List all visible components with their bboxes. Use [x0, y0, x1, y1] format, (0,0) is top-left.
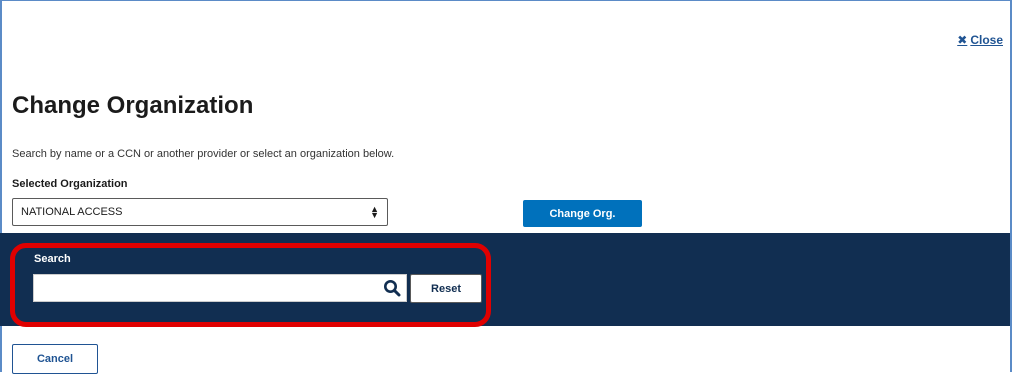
organization-select[interactable]: NATIONAL ACCESS ▲ ▼: [12, 198, 388, 226]
instructions-text: Search by name or a CCN or another provi…: [12, 148, 395, 160]
search-field: [33, 274, 407, 302]
sort-arrows-icon: ▲ ▼: [370, 204, 379, 220]
close-label: Close: [970, 33, 1003, 47]
reset-button[interactable]: Reset: [410, 274, 482, 303]
close-icon: ✖: [957, 33, 968, 47]
page-title: Change Organization: [12, 92, 254, 119]
close-link[interactable]: ✖ Close: [957, 33, 1003, 47]
search-input[interactable]: [34, 275, 378, 301]
cancel-button[interactable]: Cancel: [12, 344, 98, 374]
selected-organization-label: Selected Organization: [12, 178, 128, 190]
search-label: Search: [34, 253, 71, 265]
change-org-button[interactable]: Change Org.: [523, 200, 642, 227]
organization-select-value: NATIONAL ACCESS: [21, 206, 123, 218]
search-icon[interactable]: [378, 275, 406, 301]
